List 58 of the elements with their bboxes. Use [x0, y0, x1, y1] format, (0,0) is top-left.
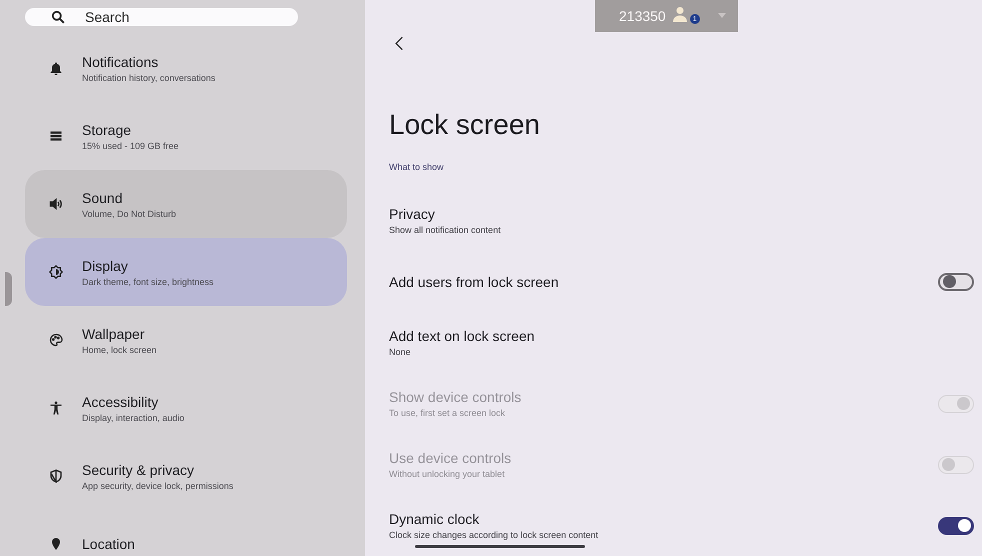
setting-title: Add users from lock screen	[389, 274, 559, 290]
item-title: Notifications	[82, 54, 160, 70]
sidebar-item[interactable]: Notifications Notification history, conversations	[25, 34, 347, 102]
item-subtitle: Dark theme, font size, brightness	[82, 276, 214, 286]
item-subtitle: Volume, Do Not Disturb	[82, 208, 176, 218]
item-title: Security & privacy	[82, 462, 196, 478]
item-subtitle: Display, interaction, audio	[82, 412, 184, 422]
toggle-switch[interactable]	[938, 516, 974, 534]
setting-title: Add text on lock screen	[389, 328, 535, 344]
setting-subtitle: None	[389, 347, 412, 357]
person-icon	[49, 401, 63, 415]
item-title: Wallpaper	[82, 326, 146, 342]
setting-row[interactable]: Dynamic clock Clock size changes according to lock screen content	[389, 495, 978, 556]
item-subtitle: 15% used - 109 GB free	[82, 140, 179, 150]
item-subtitle: Notification history, conversations	[82, 72, 216, 82]
storage-icon	[49, 129, 63, 143]
setting-row[interactable]: Add users from lock screen	[389, 251, 978, 312]
palette-icon	[49, 333, 63, 347]
setting-title: Privacy	[389, 206, 436, 222]
search-field[interactable]: Search	[25, 8, 298, 26]
sidebar-item[interactable]: Display Dark theme, font size, brightness	[25, 238, 347, 306]
setting-subtitle: Clock size changes according to lock screen content	[389, 530, 598, 540]
speaker-icon	[49, 197, 63, 211]
search-input[interactable]: Search	[83, 8, 267, 26]
brightness-icon	[49, 265, 63, 279]
navigation-bar[interactable]	[415, 545, 585, 548]
item-title: Location	[82, 536, 135, 552]
sidebar-item[interactable]: Security & privacy App security, device lock, permissions	[25, 442, 347, 510]
search-icon	[51, 10, 65, 24]
sidebar-item[interactable]: Storage 15% used - 109 GB free	[25, 102, 347, 170]
drag-handle[interactable]	[5, 272, 12, 306]
setting-row[interactable]: Add text on lock screen None	[389, 312, 978, 373]
shield-icon	[49, 469, 63, 483]
caret-icon[interactable]	[718, 13, 726, 19]
location-pin-icon	[49, 537, 63, 551]
setting-row[interactable]: Privacy Show all notification content	[389, 190, 978, 251]
item-title: Storage	[82, 122, 132, 138]
setting-title: Show device controls	[389, 389, 522, 405]
setting-subtitle: Show all notification content	[389, 225, 501, 235]
banner-text: 213350	[619, 8, 666, 24]
setting-title: Use device controls	[389, 450, 512, 466]
setting-title: Dynamic clock	[389, 511, 480, 527]
sidebar-item[interactable]: Wallpaper Home, lock screen	[25, 306, 347, 374]
item-title: Accessibility	[82, 394, 160, 410]
item-subtitle: Home, lock screen	[82, 344, 157, 354]
bell-icon	[49, 61, 63, 75]
sidebar-item[interactable]: Accessibility Display, interaction, audio	[25, 374, 347, 442]
setting-subtitle: Without unlocking your tablet	[389, 469, 506, 479]
page-title: Lock screen	[389, 108, 541, 142]
item-title: Display	[82, 258, 129, 274]
sidebar-item[interactable]: Sound Volume, Do Not Disturb	[25, 170, 347, 238]
item-title: Sound	[82, 190, 124, 206]
setting-subtitle: To use, first set a screen lock	[389, 408, 506, 418]
section-header: What to show	[389, 162, 445, 172]
item-subtitle: App security, device lock, permissions	[82, 480, 234, 490]
person-icon	[672, 6, 688, 22]
sidebar-item[interactable]: Location	[25, 510, 347, 556]
toggle-switch[interactable]	[938, 272, 974, 290]
